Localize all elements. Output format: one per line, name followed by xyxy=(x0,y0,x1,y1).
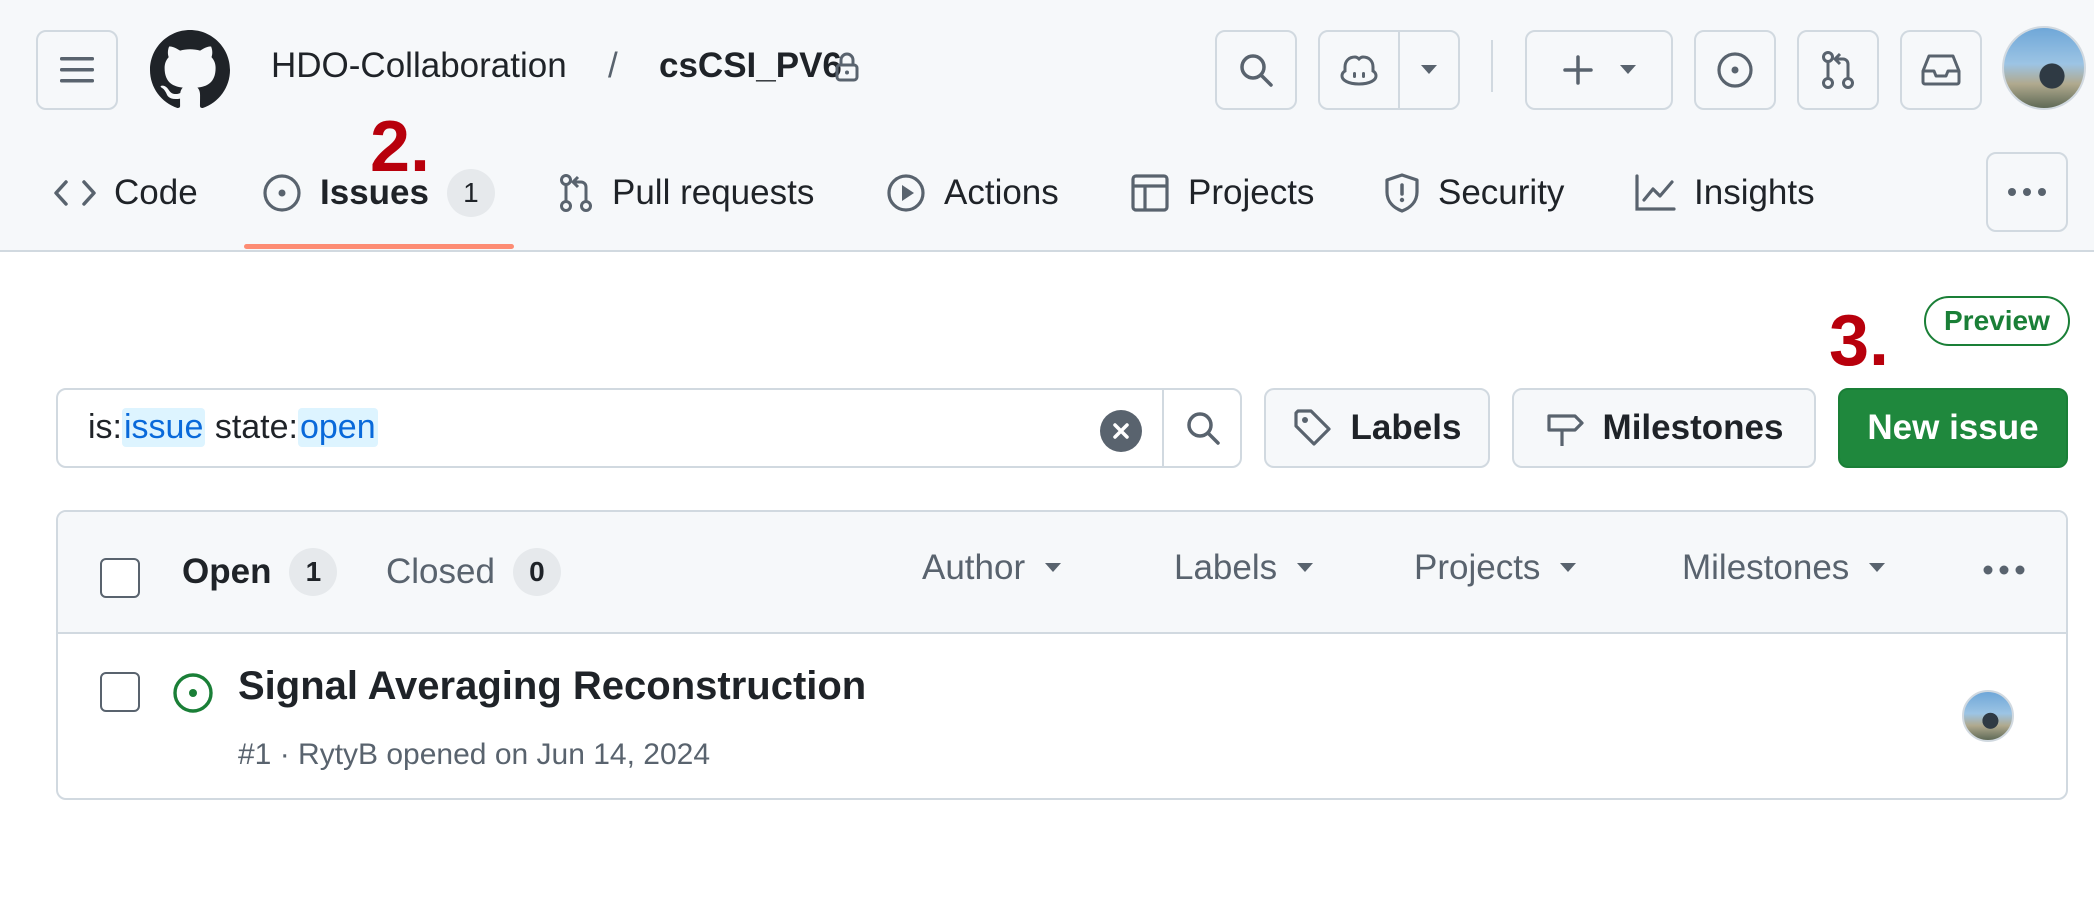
issue-opened-icon xyxy=(172,672,214,714)
issue-meta: #1 · RytyB opened on Jun 14, 2024 xyxy=(238,738,711,771)
chevron-down-icon xyxy=(1620,65,1636,75)
labels-filter[interactable]: Labels xyxy=(1174,548,1314,588)
closed-label: Closed xyxy=(386,552,495,591)
issues-list: Open 1 Closed 0 Author Labels Projects M… xyxy=(56,510,2068,800)
new-issue-button[interactable]: New issue xyxy=(1838,388,2068,468)
github-mark-icon[interactable] xyxy=(150,30,230,110)
selected-tab-indicator xyxy=(244,244,514,249)
repo-name-link[interactable]: csCSI_PV6 xyxy=(659,46,842,86)
tab-label: Code xyxy=(114,173,198,212)
code-icon xyxy=(54,178,96,208)
kebab-horizontal-icon xyxy=(2007,187,2047,197)
play-icon xyxy=(886,173,926,213)
assignee-avatar[interactable] xyxy=(1962,690,2014,742)
milestones-button-label: Milestones xyxy=(1602,408,1784,447)
open-label: Open xyxy=(182,552,272,591)
breadcrumb-separator: / xyxy=(608,46,618,85)
chevron-down-icon xyxy=(1421,65,1437,75)
select-all-checkbox[interactable] xyxy=(100,558,140,598)
query-qualifier: is: xyxy=(88,408,122,446)
tab-actions[interactable]: Actions xyxy=(886,158,1059,228)
search-submit-button[interactable] xyxy=(1162,390,1242,466)
milestones-button[interactable]: Milestones xyxy=(1512,388,1816,468)
tab-label: Pull requests xyxy=(612,173,815,212)
issues-list-header: Open 1 Closed 0 Author Labels Projects M… xyxy=(58,512,2066,634)
author-filter[interactable]: Author xyxy=(922,548,1062,588)
tab-code[interactable]: Code xyxy=(54,158,198,228)
triangle-down-icon xyxy=(1560,563,1577,573)
tab-projects[interactable]: Projects xyxy=(1130,158,1314,228)
preview-badge[interactable]: Preview xyxy=(1924,296,2070,346)
closed-issues-filter[interactable]: Closed 0 xyxy=(386,548,561,596)
step-2-annotation: 2. xyxy=(370,107,431,187)
x-circle-icon xyxy=(1111,421,1131,441)
copilot-button[interactable] xyxy=(1320,32,1400,108)
issue-title-link[interactable]: Signal Averaging Reconstruction xyxy=(238,664,866,709)
tab-label: Projects xyxy=(1188,173,1315,212)
kebab-horizontal-icon xyxy=(1982,564,2026,576)
issue-checkbox[interactable] xyxy=(100,672,140,712)
pull-request-icon xyxy=(1820,50,1856,90)
lock-icon xyxy=(834,52,860,82)
tab-insights[interactable]: Insights xyxy=(1634,158,1815,228)
triangle-down-icon xyxy=(1297,563,1314,573)
filter-label: Labels xyxy=(1174,548,1278,587)
plus-icon xyxy=(1562,54,1594,86)
milestones-filter[interactable]: Milestones xyxy=(1682,548,1886,588)
tag-icon xyxy=(1293,408,1333,448)
labels-button[interactable]: Labels xyxy=(1264,388,1490,468)
step-3-annotation: 3. xyxy=(1829,301,1890,381)
filter-label: Projects xyxy=(1414,548,1541,587)
tab-pull-requests[interactable]: Pull requests xyxy=(558,158,814,228)
repo-header: HDO-Collaboration / csCSI_PV6 Code Issue… xyxy=(0,0,2094,252)
search-icon xyxy=(1185,410,1221,446)
filter-label: Author xyxy=(922,548,1026,587)
list-options-button[interactable] xyxy=(1982,564,2026,576)
shield-icon xyxy=(1384,173,1420,213)
query-token: open xyxy=(297,408,378,447)
inbox-button[interactable] xyxy=(1900,30,1982,110)
pull-request-icon xyxy=(558,173,594,213)
create-new-button[interactable] xyxy=(1525,30,1673,110)
more-tabs-button[interactable] xyxy=(1986,152,2068,232)
filter-label: Milestones xyxy=(1682,548,1850,587)
copilot-dropdown-button[interactable] xyxy=(1400,32,1458,108)
table-icon xyxy=(1130,173,1170,213)
issues-count-badge: 1 xyxy=(446,169,495,217)
tab-label: Insights xyxy=(1694,173,1815,212)
issue-opened-icon xyxy=(1716,51,1754,89)
tab-label: Actions xyxy=(944,173,1059,212)
copilot-button-group xyxy=(1318,30,1460,110)
search-button[interactable] xyxy=(1215,30,1297,110)
query-token: issue xyxy=(122,408,206,447)
tab-security[interactable]: Security xyxy=(1384,158,1564,228)
menu-button[interactable] xyxy=(36,30,118,110)
open-count-badge: 1 xyxy=(289,548,338,596)
copilot-icon xyxy=(1339,53,1379,87)
hamburger-icon xyxy=(60,55,94,85)
clear-search-button[interactable] xyxy=(1100,410,1142,452)
issues-search-input[interactable]: is: issue state: open xyxy=(56,388,1242,468)
triangle-down-icon xyxy=(1869,563,1886,573)
inbox-icon xyxy=(1921,53,1961,87)
query-qualifier: state: xyxy=(205,408,298,446)
search-icon xyxy=(1238,52,1274,88)
projects-filter[interactable]: Projects xyxy=(1414,548,1577,588)
your-issues-button[interactable] xyxy=(1694,30,1776,110)
search-query: is: issue state: open xyxy=(88,408,378,447)
graph-icon xyxy=(1634,174,1676,212)
milestone-icon xyxy=(1545,408,1585,448)
user-avatar[interactable] xyxy=(2002,26,2086,110)
triangle-down-icon xyxy=(1045,563,1062,573)
open-issues-filter[interactable]: Open 1 xyxy=(182,548,338,596)
header-divider xyxy=(1491,40,1493,92)
repo-owner-link[interactable]: HDO-Collaboration xyxy=(271,46,567,86)
closed-count-badge: 0 xyxy=(512,548,561,596)
labels-button-label: Labels xyxy=(1350,408,1462,447)
your-pull-requests-button[interactable] xyxy=(1797,30,1879,110)
tab-label: Security xyxy=(1438,173,1565,212)
issue-opened-icon xyxy=(262,173,302,213)
